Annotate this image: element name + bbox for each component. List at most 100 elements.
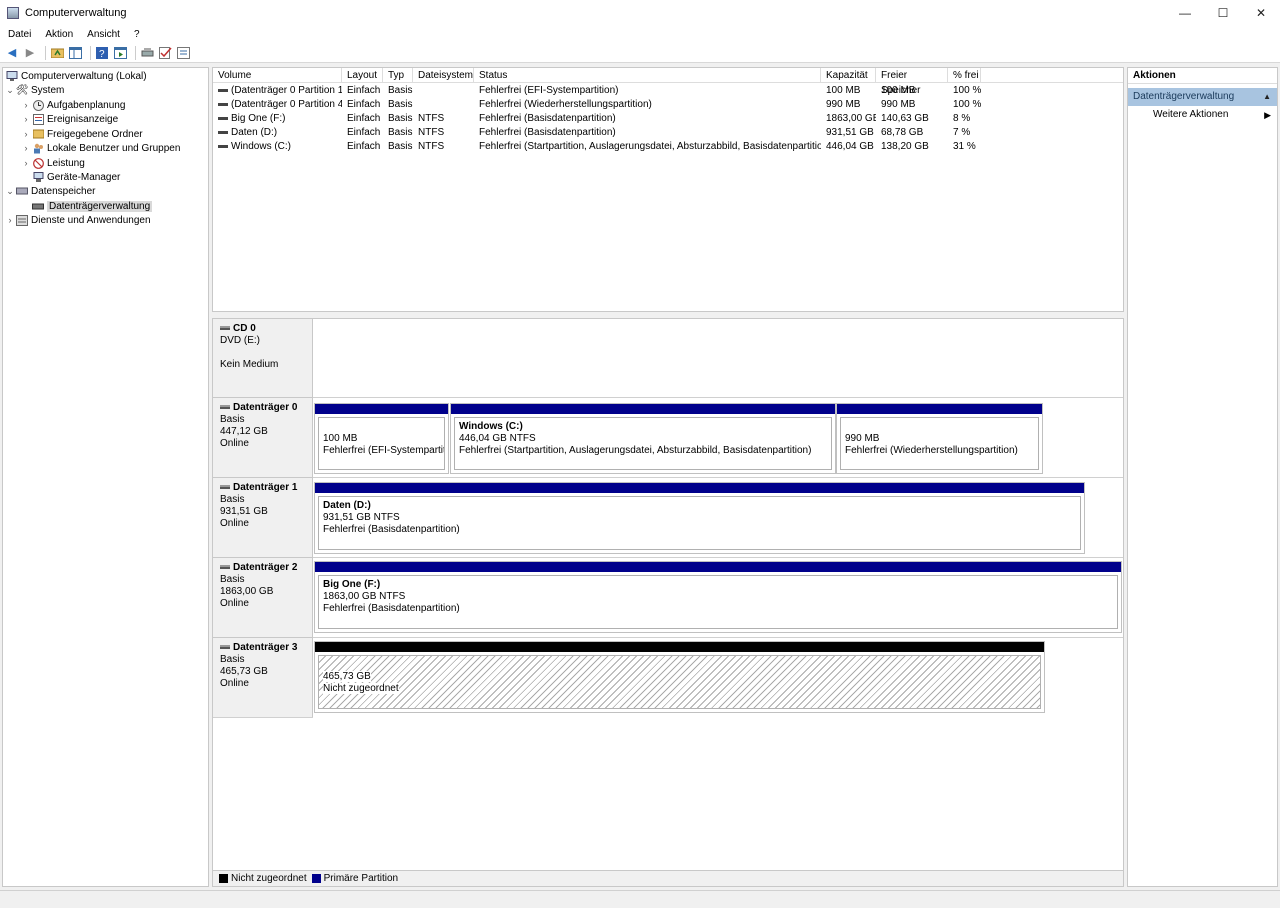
chevron-down-icon[interactable]: ⌄	[5, 186, 15, 197]
disk-name: Datenträger 3	[233, 642, 298, 653]
col-header-volume[interactable]: Volume	[213, 68, 342, 83]
menu-ansicht[interactable]: Ansicht	[87, 29, 120, 40]
tree-item-lokale-benutzer[interactable]: › Lokale Benutzer und Gruppen	[21, 141, 181, 155]
disk-type: DVD (E:)	[220, 335, 260, 346]
partition-status: Nicht zugeordnet	[323, 683, 399, 694]
cell-dateisystem	[413, 98, 474, 112]
services-icon	[16, 214, 28, 226]
tree-item-label: Freigegebene Ordner	[47, 128, 143, 140]
up-folder-icon[interactable]	[50, 46, 64, 60]
col-header-prozent-frei[interactable]: % frei	[948, 68, 981, 83]
partition-windows[interactable]: Windows (C:) 446,04 GB NTFS Fehlerfrei (St…	[450, 403, 836, 474]
disk-name: Datenträger 1	[233, 482, 298, 493]
performance-icon	[32, 157, 44, 169]
connect-icon[interactable]	[140, 46, 154, 60]
chevron-right-icon[interactable]: ›	[21, 158, 31, 168]
show-action-pane-icon[interactable]	[113, 46, 127, 60]
tree-item-label: Leistung	[47, 157, 85, 169]
legend-primary: Primäre Partition	[323, 873, 399, 884]
forward-icon[interactable]: ▶	[23, 46, 37, 60]
cell-freier-speicher: 100 MB	[881, 85, 916, 96]
cell-dateisystem: NTFS	[418, 127, 445, 138]
tree-system[interactable]: ⌄ 🛠 System	[5, 83, 64, 97]
partition-efi[interactable]: 100 MBFehlerfrei (EFI-Systempartition)	[314, 403, 449, 474]
partition-daten[interactable]: Daten (D:) 931,51 GB NTFS Fehlerfrei (Basi…	[314, 482, 1085, 554]
minimize-button[interactable]: —	[1166, 0, 1204, 25]
cell-status: Fehlerfrei (Wiederherstellungspartition)	[479, 99, 652, 110]
menu-help[interactable]: ?	[134, 29, 140, 40]
chevron-right-icon[interactable]: ›	[21, 100, 31, 110]
tree-item-aufgabenplanung[interactable]: › Aufgabenplanung	[21, 98, 125, 112]
tree-item-label: Geräte-Manager	[47, 171, 121, 183]
collapse-icon[interactable]: ▲	[1263, 88, 1271, 106]
partition-big-one[interactable]: Big One (F:) 1863,00 GB NTFS Fehlerfrei (B…	[314, 561, 1122, 633]
chevron-down-icon[interactable]: ⌄	[5, 85, 15, 96]
table-row[interactable]: (Datenträger 0 Partition 1) Einfach Basi…	[213, 84, 1123, 98]
cell-volume: (Datenträger 0 Partition 4)	[231, 99, 342, 110]
partition-status: Fehlerfrei (Basisdatenpartition)	[323, 524, 460, 535]
menu-datei[interactable]: Datei	[8, 29, 31, 40]
partition-name: Daten (D:)	[323, 500, 371, 511]
cell-status: Fehlerfrei (Basisdatenpartition)	[479, 127, 616, 138]
properties-icon[interactable]	[176, 46, 190, 60]
more-actions[interactable]: Weitere Aktionen ▶	[1128, 106, 1277, 124]
cell-typ: Basis	[388, 99, 413, 110]
maximize-button[interactable]: ☐	[1204, 0, 1242, 25]
partition-status: Fehlerfrei (Basisdatenpartition)	[323, 603, 460, 614]
col-header-typ[interactable]: Typ	[383, 68, 413, 83]
disk-label-cd0[interactable]: CD 0 DVD (E:) Kein Medium	[213, 319, 313, 398]
disk-size: 931,51 GB	[220, 506, 268, 517]
col-header-freier-speicher[interactable]: Freier Speicher	[876, 68, 948, 96]
more-actions-label: Weitere Aktionen	[1153, 109, 1229, 120]
col-header-kapazitaet[interactable]: Kapazität	[821, 68, 876, 83]
tree-storage[interactable]: ⌄ Datenspeicher	[5, 184, 95, 198]
close-button[interactable]: ✕	[1242, 0, 1280, 25]
tree-root[interactable]: Computerverwaltung (Lokal)	[5, 69, 147, 83]
table-row[interactable]: (Datenträger 0 Partition 4) Einfach Basi…	[213, 98, 1123, 112]
table-row[interactable]: Big One (F:) Einfach Basis NTFS Fehlerfr…	[213, 112, 1123, 126]
cell-volume: Daten (D:)	[231, 127, 278, 138]
menu-aktion[interactable]: Aktion	[45, 29, 73, 40]
tree-item-freigegebene-ordner[interactable]: › Freigegebene Ordner	[21, 127, 143, 141]
disk-icon	[220, 645, 230, 650]
chevron-right-icon[interactable]: ›	[5, 215, 15, 225]
partition-unallocated[interactable]: 465,73 GB Nicht zugeordnet	[314, 641, 1045, 713]
tree-item-datentraegerverwaltung[interactable]: Datenträgerverwaltung	[21, 199, 153, 213]
chevron-right-icon[interactable]: ›	[21, 143, 31, 153]
cell-typ: Basis	[388, 141, 413, 152]
tree-item-leistung[interactable]: › Leistung	[21, 156, 85, 170]
chevron-right-icon[interactable]: ›	[21, 114, 31, 124]
cell-status: Fehlerfrei (Basisdatenpartition)	[479, 113, 616, 124]
toolbar: ◀ ▶ ?	[0, 43, 1280, 63]
tools-icon: 🛠	[15, 84, 29, 96]
show-hide-console-tree-icon[interactable]	[68, 46, 82, 60]
col-header-dateisystem[interactable]: Dateisystem	[413, 68, 474, 83]
actions-section[interactable]: Datenträgerverwaltung ▲	[1128, 88, 1277, 106]
tree-services[interactable]: › Dienste und Anwendungen	[5, 213, 151, 227]
cell-kapazitaet: 446,04 GB	[826, 141, 874, 152]
legend-swatch-unallocated	[219, 874, 228, 883]
disk-icon	[220, 405, 230, 410]
disk-name: Datenträger 2	[233, 562, 298, 573]
cell-layout: Einfach	[347, 99, 381, 110]
disk-graphical-view: CD 0 DVD (E:) Kein Medium Datenträger 0 …	[212, 318, 1124, 887]
computer-icon	[6, 70, 18, 82]
checkmark-icon[interactable]	[158, 46, 172, 60]
col-header-layout[interactable]: Layout	[342, 68, 383, 83]
disk-label-3[interactable]: Datenträger 3 Basis 465,73 GB Online	[213, 638, 313, 718]
cell-layout: Einfach	[347, 85, 381, 96]
table-row[interactable]: Daten (D:) Einfach Basis NTFS Fehlerfrei…	[213, 126, 1123, 140]
back-icon[interactable]: ◀	[5, 46, 19, 60]
disk-label-0[interactable]: Datenträger 0 Basis 447,12 GB Online	[213, 398, 313, 478]
help-icon[interactable]: ?	[95, 46, 109, 60]
chevron-right-icon[interactable]: ›	[21, 129, 31, 139]
cell-layout: Einfach	[347, 113, 381, 124]
cell-layout: Einfach	[347, 127, 381, 138]
table-row[interactable]: Windows (C:) Einfach Basis NTFS Fehlerfr…	[213, 140, 1123, 154]
disk-label-2[interactable]: Datenträger 2 Basis 1863,00 GB Online	[213, 558, 313, 638]
tree-item-ereignisanzeige[interactable]: › Ereignisanzeige	[21, 112, 118, 126]
tree-item-geraete-manager[interactable]: Geräte-Manager	[21, 170, 120, 184]
col-header-status[interactable]: Status	[474, 68, 821, 83]
disk-label-1[interactable]: Datenträger 1 Basis 931,51 GB Online	[213, 478, 313, 558]
partition-recovery[interactable]: 990 MB Fehlerfrei (Wiederherstellungspart…	[836, 403, 1043, 474]
